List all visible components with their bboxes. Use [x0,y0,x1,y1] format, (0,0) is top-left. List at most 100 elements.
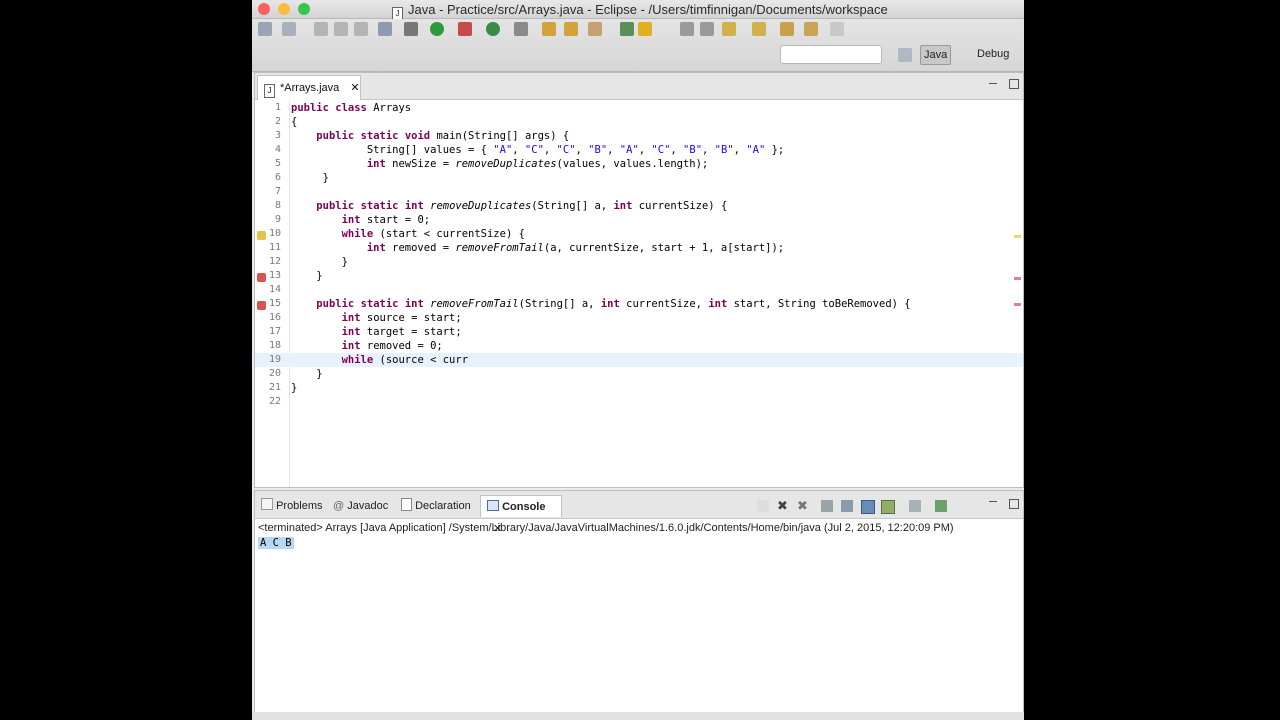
code-line[interactable]: 17 int target = start; [255,325,1023,339]
code-line[interactable]: 20 } [255,367,1023,381]
close-tab-icon[interactable]: ✕ [350,82,359,94]
tab-javadoc[interactable]: @ Javadoc [333,495,388,517]
last-edit-icon[interactable] [780,22,794,36]
code-line[interactable]: 22 [255,395,1023,409]
external-tools-icon[interactable] [458,22,472,36]
code-text[interactable]: while (source < curr [291,353,468,367]
code-line[interactable]: 13 } [255,269,1023,283]
tab-problems[interactable]: Problems [261,495,323,517]
code-text[interactable]: } [291,171,329,185]
show-whitespace-icon[interactable] [700,22,714,36]
new-dropdown-icon[interactable] [282,22,296,36]
code-line[interactable]: 11 int removed = removeFromTail(a, curre… [255,241,1023,255]
code-text[interactable]: public static void main(String[] args) { [291,129,569,143]
zoom-window-button[interactable] [298,3,310,15]
open-task-icon[interactable] [564,22,578,36]
code-line[interactable]: 7 [255,185,1023,199]
run-icon[interactable] [430,22,444,36]
console-output[interactable]: A C B [258,537,294,549]
code-text[interactable]: { [291,115,297,129]
code-line[interactable]: 19 while (source < curr [255,353,1023,367]
open-perspective-icon[interactable] [898,48,912,62]
code-line[interactable]: 21} [255,381,1023,395]
next-annotation-icon[interactable] [722,22,736,36]
tab-declaration-label: Declaration [415,500,471,512]
code-text[interactable]: String[] values = { "A", "C", "C", "B", … [291,143,784,157]
code-text[interactable]: } [291,255,348,269]
console-panel: Problems @ Javadoc Declaration Console ✕… [254,490,1024,720]
scroll-lock-icon[interactable] [841,500,853,512]
open-type-icon[interactable] [542,22,556,36]
maximize-panel-icon[interactable] [1009,499,1019,509]
block-selection-icon[interactable] [680,22,694,36]
open-console-icon[interactable] [935,500,947,512]
code-line[interactable]: 3 public static void main(String[] args)… [255,129,1023,143]
back-icon[interactable] [804,22,818,36]
new-class-icon[interactable] [486,22,500,36]
terminate-icon[interactable] [757,500,769,512]
tab-console[interactable]: Console ✕ [480,495,562,535]
close-window-button[interactable] [258,3,270,15]
line-number: 16 [268,312,281,323]
code-line[interactable]: 8 public static int removeDuplicates(Str… [255,199,1023,213]
display-console-icon[interactable] [909,500,921,512]
code-line[interactable]: 5 int newSize = removeDuplicates(values,… [255,157,1023,171]
mark-occurrences-icon[interactable] [638,22,652,36]
annotation-icon[interactable] [620,22,634,36]
code-line[interactable]: 9 int start = 0; [255,213,1023,227]
code-line[interactable]: 14 [255,283,1023,297]
code-text[interactable]: public class Arrays [291,101,411,115]
skip-breakpoints-icon[interactable] [378,22,392,36]
code-text[interactable]: int newSize = removeDuplicates(values, v… [291,157,708,171]
remove-launch-icon[interactable]: ✖ [777,499,789,512]
java-perspective-button[interactable]: Java [920,45,952,65]
remove-all-launches-icon[interactable]: ✖ [797,499,809,512]
code-text[interactable]: int removed = 0; [291,339,443,353]
code-line[interactable]: 16 int source = start; [255,311,1023,325]
search-tool-icon[interactable] [588,22,602,36]
console-icon [487,500,499,511]
code-text[interactable]: } [291,367,322,381]
line-number: 7 [274,186,281,197]
save-icon[interactable] [314,22,328,36]
code-text[interactable]: } [291,381,297,395]
code-line[interactable]: 18 int removed = 0; [255,339,1023,353]
code-text[interactable]: int start = 0; [291,213,431,227]
debug-perspective-button[interactable]: Debug [974,45,1012,63]
code-text[interactable]: while (start < currentSize) { [291,227,525,241]
new-icon[interactable] [258,22,272,36]
code-text[interactable]: int removed = removeFromTail(a, currentS… [291,241,784,255]
code-line[interactable]: 6 } [255,171,1023,185]
code-line[interactable]: 12 } [255,255,1023,269]
code-text[interactable]: public static int removeDuplicates(Strin… [291,199,727,213]
code-line[interactable]: 2{ [255,115,1023,129]
code-text[interactable]: } [291,269,322,283]
debug-settings-icon[interactable] [404,22,418,36]
code-line[interactable]: 4 String[] values = { "A", "C", "C", "B"… [255,143,1023,157]
previous-annotation-icon[interactable] [752,22,766,36]
code-editor: J *Arrays.java ✕ 1 public class Arrays 2{3 … [254,72,1024,488]
clear-console-icon[interactable] [821,500,833,512]
minimize-editor-icon[interactable] [989,83,997,84]
print-icon[interactable] [354,22,368,36]
show-on-output-icon[interactable] [861,500,875,514]
code-text[interactable]: int source = start; [291,311,462,325]
code-text[interactable]: int target = start; [291,325,462,339]
maximize-editor-icon[interactable] [1009,79,1019,89]
tab-arrays-java[interactable]: J *Arrays.java ✕ [257,75,361,100]
refresh-icon[interactable] [514,22,528,36]
code-line[interactable]: 1 public class Arrays [255,101,1023,115]
code-line[interactable]: 15 public static int removeFromTail(Stri… [255,297,1023,311]
window-title-text: Java - Practice/src/Arrays.java - Eclips… [408,2,888,17]
minimize-panel-icon[interactable] [989,501,997,502]
minimize-window-button[interactable] [278,3,290,15]
save-all-icon[interactable] [334,22,348,36]
pin-console-icon[interactable] [881,500,895,514]
code-text[interactable]: public static int removeFromTail(String[… [291,297,910,311]
line-number: 13 [268,270,281,281]
forward-icon[interactable] [830,22,844,36]
tab-problems-label: Problems [276,500,323,512]
code-line[interactable]: 10 while (start < currentSize) { [255,227,1023,241]
quick-access-input[interactable] [780,45,882,64]
tab-declaration[interactable]: Declaration [401,495,471,517]
